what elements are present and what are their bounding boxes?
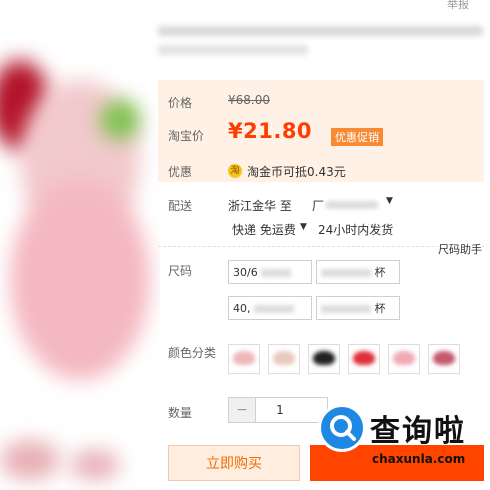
list-price-label: 价格 — [168, 96, 193, 110]
color-swatch[interactable] — [228, 344, 260, 374]
shipping-method[interactable]: 快递 免运费 — [232, 221, 296, 238]
discount-label: 优惠 — [168, 165, 193, 179]
size-label: 尺码 — [168, 264, 193, 278]
quantity-label: 数量 — [168, 406, 193, 420]
watermark: 查询啦 chaxunla.com — [318, 404, 490, 474]
color-swatch[interactable] — [268, 344, 300, 374]
delivery-origin: 浙江金华 至 — [228, 199, 292, 213]
taojinbi-text: 淘金币可抵0.43元 — [247, 165, 346, 179]
delivery-destination-prefix[interactable]: 厂 — [312, 197, 324, 214]
delivery-label: 配送 — [168, 199, 193, 213]
chevron-down-icon[interactable]: ▼ — [386, 196, 393, 206]
quantity-input[interactable]: 1 — [256, 398, 304, 422]
product-title — [158, 26, 483, 36]
taojinbi-icon: 淘 — [228, 164, 242, 178]
watermark-logo-icon — [318, 404, 366, 452]
size-option-blur — [261, 269, 292, 277]
quantity-minus-button[interactable]: − — [229, 398, 256, 422]
size-option-label: 40, — [233, 302, 251, 315]
color-swatch[interactable] — [308, 344, 340, 374]
size-option-label: 杯 — [374, 302, 386, 315]
list-price-value: ¥68.00 — [228, 93, 270, 107]
search-icon — [330, 415, 356, 441]
color-label: 颜色分类 — [168, 346, 217, 360]
size-option-label: 杯 — [374, 266, 386, 279]
divider — [158, 246, 484, 247]
size-option[interactable]: 40, — [228, 296, 312, 320]
size-option-label: 30/6 — [233, 266, 258, 279]
buy-now-button[interactable]: 立即购买 — [168, 445, 300, 481]
color-swatch[interactable] — [428, 344, 460, 374]
promo-badge[interactable]: 优惠促销 — [331, 128, 383, 146]
watermark-url: chaxunla.com — [372, 452, 466, 466]
size-option[interactable]: 杯 — [316, 260, 400, 284]
chevron-down-icon[interactable]: ▼ — [300, 222, 307, 232]
quantity-stepper[interactable]: − 1 — [228, 397, 328, 423]
delivery-destination[interactable] — [326, 201, 378, 209]
color-swatch[interactable] — [388, 344, 420, 374]
size-option-blur — [321, 305, 371, 313]
ship-time: 24小时内发货 — [318, 223, 394, 237]
size-option[interactable]: 30/6 — [228, 260, 312, 284]
color-swatch[interactable] — [348, 344, 380, 374]
taobao-price-value: ¥21.80 — [228, 119, 313, 143]
report-link[interactable]: 举报 — [447, 0, 469, 12]
size-option-blur — [254, 305, 294, 313]
product-image[interactable] — [0, 20, 160, 490]
size-helper-link[interactable]: 尺码助手 — [438, 241, 482, 257]
size-option[interactable]: 杯 — [316, 296, 400, 320]
watermark-title: 查询啦 — [370, 414, 466, 449]
product-title-line2 — [158, 45, 308, 55]
taobao-price-label: 淘宝价 — [168, 129, 205, 143]
size-option-blur — [321, 269, 371, 277]
